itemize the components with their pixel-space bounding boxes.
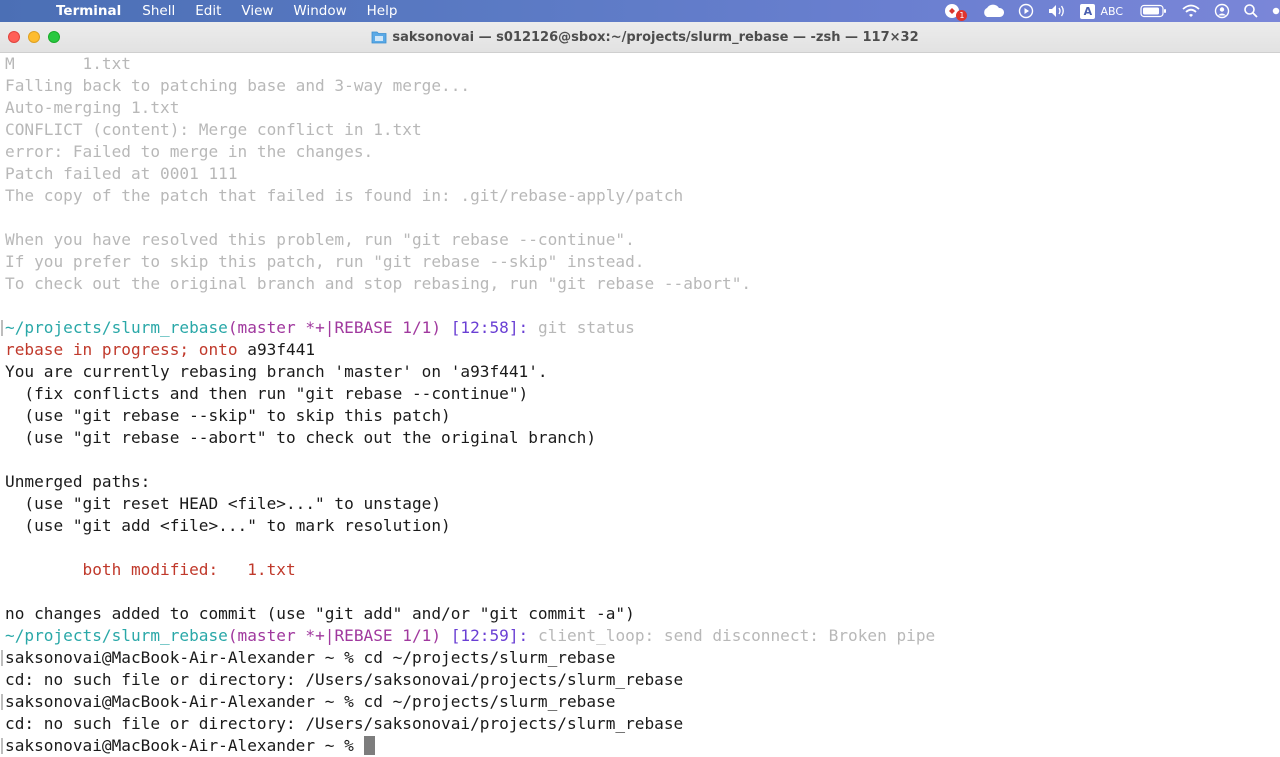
terminal-line: Patch failed at 0001 111: [5, 164, 238, 183]
terminal-line: rebase in progress; onto a93f441: [5, 339, 315, 361]
input-source-icon[interactable]: A ABC: [1080, 0, 1123, 22]
terminal-line: When you have resolved this problem, run…: [5, 230, 635, 249]
prompt-command: git status: [537, 318, 635, 337]
terminal-line: saksonovai@MacBook-Air-Alexander ~ % cd …: [5, 648, 616, 667]
menu-edit[interactable]: Edit: [195, 3, 221, 19]
prompt-path: ~/projects/slurm_rebase: [5, 626, 228, 645]
spotlight-search-icon[interactable]: [1243, 0, 1259, 22]
prompt-mark: [1, 738, 3, 754]
terminal-line: You are currently rebasing branch 'maste…: [5, 362, 548, 381]
prompt-command: client_loop: send disconnect: Broken pip…: [537, 626, 936, 645]
terminal-line: saksonovai@MacBook-Air-Alexander ~ % cd …: [5, 692, 616, 711]
prompt-time: [12:59]:: [450, 626, 529, 645]
terminal-line: no changes added to commit (use "git add…: [5, 604, 635, 623]
shell-prompt-line: ~/projects/slurm_rebase(master *+|REBASE…: [5, 317, 635, 339]
menu-bar: Terminal Shell Edit View Window Help 1 A…: [0, 0, 1280, 22]
user-account-icon[interactable]: [1214, 0, 1230, 22]
menu-help[interactable]: Help: [367, 3, 398, 19]
prompt-mark: [1, 694, 3, 710]
input-source-label: ABC: [1100, 4, 1123, 18]
terminal-line: Unmerged paths:: [5, 472, 151, 491]
prompt-branch: (master *+|REBASE 1/1): [227, 318, 442, 337]
terminal-line: The copy of the patch that failed is fou…: [5, 186, 684, 205]
terminal-line: Falling back to patching base and 3-way …: [5, 76, 471, 95]
current-prompt-text: saksonovai@MacBook-Air-Alexander ~ %: [5, 736, 364, 755]
input-source-letter: A: [1080, 3, 1096, 19]
folder-icon: [371, 31, 387, 44]
terminal-line: (use "git rebase --abort" to check out t…: [5, 428, 597, 447]
terminal-output[interactable]: M 1.txt Falling back to patching base an…: [0, 53, 1280, 757]
shell-prompt-line: ~/projects/slurm_rebase(master *+|REBASE…: [5, 625, 935, 647]
terminal-line: Auto-merging 1.txt: [5, 98, 180, 117]
prompt-mark: [1, 650, 3, 666]
terminal-line: (fix conflicts and then run "git rebase …: [5, 384, 529, 403]
notification-badge: 1: [956, 10, 968, 21]
terminal-line: (use "git reset HEAD <file>..." to unsta…: [5, 494, 442, 513]
terminal-line: M 1.txt: [5, 54, 131, 73]
window-title: saksonovai — s012126@sbox:~/projects/slu…: [392, 29, 919, 45]
terminal-line: error: Failed to merge in the changes.: [5, 142, 374, 161]
window-titlebar[interactable]: saksonovai — s012126@sbox:~/projects/slu…: [0, 22, 1280, 53]
terminal-line: CONFLICT (content): Merge conflict in 1.…: [5, 120, 422, 139]
terminal-line: To check out the original branch and sto…: [5, 274, 752, 293]
menu-window[interactable]: Window: [293, 3, 346, 19]
menu-shell[interactable]: Shell: [142, 3, 175, 19]
play-circle-icon[interactable]: [1018, 0, 1034, 22]
cloud-icon[interactable]: [981, 0, 1005, 22]
prompt-mark: [1, 320, 3, 336]
prompt-path: ~/projects/slurm_rebase: [5, 318, 228, 337]
wifi-icon[interactable]: [1181, 0, 1201, 22]
terminal-line: cd: no such file or directory: /Users/sa…: [5, 670, 684, 689]
rebase-status-text: rebase in progress; onto: [5, 340, 238, 359]
control-center-icon[interactable]: [1272, 0, 1280, 22]
commit-hash: a93f441: [247, 340, 316, 359]
terminal-line: (use "git add <file>..." to mark resolut…: [5, 516, 451, 535]
menu-app-terminal[interactable]: Terminal: [56, 3, 121, 19]
menu-view[interactable]: View: [241, 3, 273, 19]
battery-icon[interactable]: [1140, 0, 1168, 22]
notification-app-icon[interactable]: 1: [944, 0, 968, 22]
window-title-wrap: saksonovai — s012126@sbox:~/projects/slu…: [0, 22, 1280, 52]
terminal-line: If you prefer to skip this patch, run "g…: [5, 252, 645, 271]
prompt-time: [12:58]:: [450, 318, 529, 337]
both-modified-line: both modified: 1.txt: [5, 560, 296, 579]
terminal-line: (use "git rebase --skip" to skip this pa…: [5, 406, 451, 425]
status-area: 1 A ABC: [944, 0, 1280, 22]
volume-icon[interactable]: [1047, 0, 1067, 22]
current-prompt-line[interactable]: saksonovai@MacBook-Air-Alexander ~ %: [5, 735, 375, 757]
terminal-line: cd: no such file or directory: /Users/sa…: [5, 714, 684, 733]
prompt-branch: (master *+|REBASE 1/1): [227, 626, 442, 645]
text-cursor: [363, 735, 375, 755]
